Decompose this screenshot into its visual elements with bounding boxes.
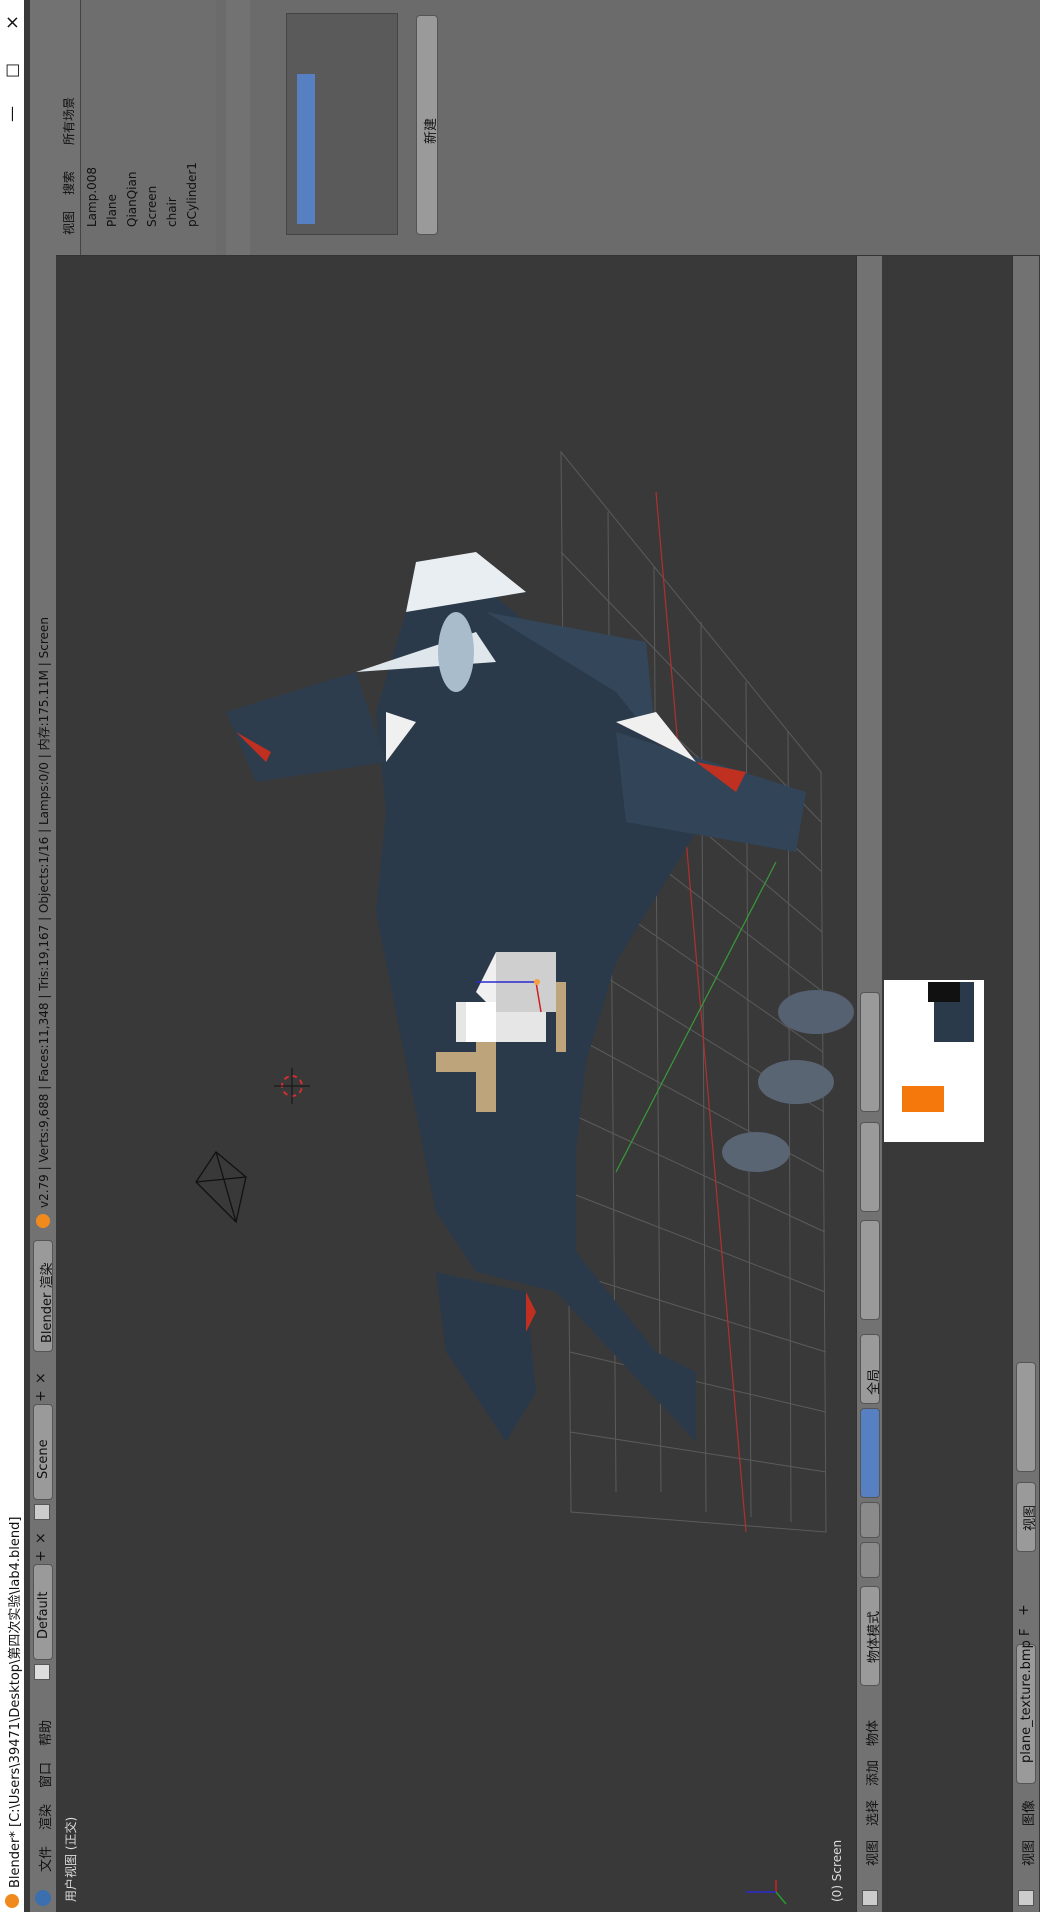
image-view-dropdown[interactable]: 视图 — [1016, 1482, 1038, 1552]
viewport-3d[interactable]: 用户视图 (正交) (0) Screen — [56, 0, 856, 1912]
texture-black-patch — [928, 982, 960, 1002]
texture-orange-patch — [902, 1086, 944, 1112]
scene-icon[interactable] — [34, 1504, 50, 1520]
image-menu-view[interactable]: 视图 — [1018, 1840, 1037, 1866]
outliner-header: 视图 搜索 所有场景 — [56, 0, 81, 255]
properties-editor[interactable]: 新建 — [226, 0, 1040, 255]
layout-field[interactable]: Default — [33, 1564, 53, 1660]
viewport-menu-select[interactable]: 选择 — [862, 1800, 881, 1826]
transform-orientation-dropdown[interactable]: 全局 — [860, 1334, 882, 1404]
image-view-label: 视图 — [1023, 1504, 1038, 1531]
outliner-item[interactable]: chair — [164, 5, 182, 251]
mode-dropdown[interactable]: 物体模式 — [860, 1586, 882, 1686]
viewport-scene-svg — [195, 450, 854, 1905]
outliner-item-label: QianQian — [125, 171, 139, 227]
new-image-icon[interactable]: + — [1016, 1604, 1032, 1616]
image-name: plane_texture.bmp — [1019, 1640, 1034, 1763]
window-title: Blender* [C:\Users\39471\Desktop\第四次实验\l… — [8, 1516, 23, 1888]
outliner-item-label: Plane — [105, 194, 119, 227]
outliner[interactable]: 视图 搜索 所有场景 Lamp.008 Plane QianQian Scree… — [56, 0, 216, 255]
window-title-bar: Blender* [C:\Users\39471\Desktop\第四次实验\l… — [0, 0, 24, 1912]
viewport-menu-object[interactable]: 物体 — [862, 1720, 881, 1746]
new-texture-label: 新建 — [424, 117, 439, 144]
viewport-header: 视图 选择 添加 物体 物体模式 全局 — [856, 0, 884, 1912]
maximize-icon[interactable]: □ — [2, 63, 21, 78]
outliner-item-label: chair — [165, 197, 179, 227]
viewport-shading-button[interactable] — [860, 1542, 880, 1578]
outliner-item[interactable]: QianQian — [124, 5, 142, 251]
scene-stats: v2.79 | Verts:9,688 | Faces:11,348 | Tri… — [37, 617, 51, 1208]
outliner-item[interactable]: Lamp.008 — [84, 5, 102, 251]
blender-logo-icon — [5, 1894, 19, 1908]
image-editor-header: 视图 图像 plane_texture.bmp F + 视图 — [1012, 0, 1039, 1912]
render-engine-dropdown[interactable]: Blender 渲染 — [33, 1240, 55, 1352]
minimize-icon[interactable]: — — [2, 106, 21, 122]
camera-object — [195, 1151, 247, 1224]
editor-type-icon[interactable] — [862, 1890, 878, 1906]
image-menu-image[interactable]: 图像 — [1018, 1800, 1037, 1826]
screen-layout-icon[interactable] — [34, 1664, 50, 1680]
add-layout-icon[interactable]: + — [33, 1550, 49, 1562]
new-texture-button[interactable]: 新建 — [416, 15, 439, 235]
display-channels-buttons[interactable] — [1016, 1362, 1036, 1472]
snap-toggle[interactable] — [860, 1122, 880, 1212]
image-name-field[interactable]: plane_texture.bmp — [1016, 1640, 1036, 1784]
properties-context-tabs — [226, 0, 250, 255]
mode-label: 物体模式 — [867, 1610, 882, 1663]
menu-file[interactable]: 文件 — [35, 1846, 54, 1872]
viewport-axis-indicator — [746, 1880, 787, 1905]
pivot-point-button[interactable] — [860, 1502, 880, 1538]
info-icon[interactable] — [35, 1890, 51, 1906]
remove-layout-icon[interactable]: × — [33, 1532, 49, 1544]
right-panels: 视图 搜索 所有场景 Lamp.008 Plane QianQian Scree… — [56, 0, 1040, 256]
fake-user-button[interactable]: F — [1018, 1629, 1033, 1636]
outliner-item-label: Screen — [145, 185, 159, 227]
gizmo-origin — [534, 979, 540, 985]
outliner-item[interactable]: Screen — [144, 5, 162, 251]
scene-field[interactable]: Scene — [33, 1404, 53, 1500]
viewport-menu-view[interactable]: 视图 — [862, 1840, 881, 1866]
outliner-item-label: pCylinder1 — [185, 162, 199, 227]
info-header: 文件 渲染 窗口 帮助 Default + × Scene + × Blende… — [30, 0, 57, 1912]
texture-preview — [884, 980, 984, 1142]
outliner-tab-view[interactable]: 视图 — [60, 211, 77, 235]
layer-buttons[interactable] — [860, 1220, 880, 1320]
texture-slot-list[interactable] — [286, 13, 398, 235]
menu-window[interactable]: 窗口 — [35, 1762, 54, 1788]
3d-cursor — [274, 1068, 310, 1104]
close-icon[interactable]: × — [2, 15, 23, 30]
orientation-label: 全局 — [867, 1368, 882, 1395]
remove-scene-icon[interactable]: × — [33, 1372, 49, 1384]
manipulator-toggle[interactable] — [860, 1408, 880, 1498]
texture-slot-selected[interactable] — [297, 74, 315, 224]
outliner-item[interactable]: Plane — [104, 5, 122, 251]
outliner-tab-search[interactable]: 搜索 — [60, 171, 77, 195]
viewport-menu-add[interactable]: 添加 — [862, 1760, 881, 1786]
outliner-item[interactable]: pCylinder1 — [184, 5, 202, 251]
outliner-tab-scenes[interactable]: 所有场景 — [60, 97, 77, 145]
add-scene-icon[interactable]: + — [33, 1390, 49, 1402]
app-root: Blender* [C:\Users\39471\Desktop\第四次实验\l… — [0, 0, 1040, 1912]
scene-name: Scene — [36, 1439, 51, 1479]
image-editor[interactable] — [882, 0, 1012, 1912]
menu-help[interactable]: 帮助 — [35, 1720, 54, 1746]
render-engine-label: Blender 渲染 — [40, 1262, 55, 1344]
outliner-item-label: Lamp.008 — [85, 166, 99, 227]
blender-version-icon — [36, 1214, 50, 1228]
image-editor-type-icon[interactable] — [1018, 1890, 1034, 1906]
layout-name: Default — [36, 1591, 51, 1640]
menu-render[interactable]: 渲染 — [35, 1804, 54, 1830]
rotated-screen: Blender* [C:\Users\39471\Desktop\第四次实验\l… — [0, 0, 1040, 1912]
render-preview-button[interactable] — [860, 992, 880, 1112]
